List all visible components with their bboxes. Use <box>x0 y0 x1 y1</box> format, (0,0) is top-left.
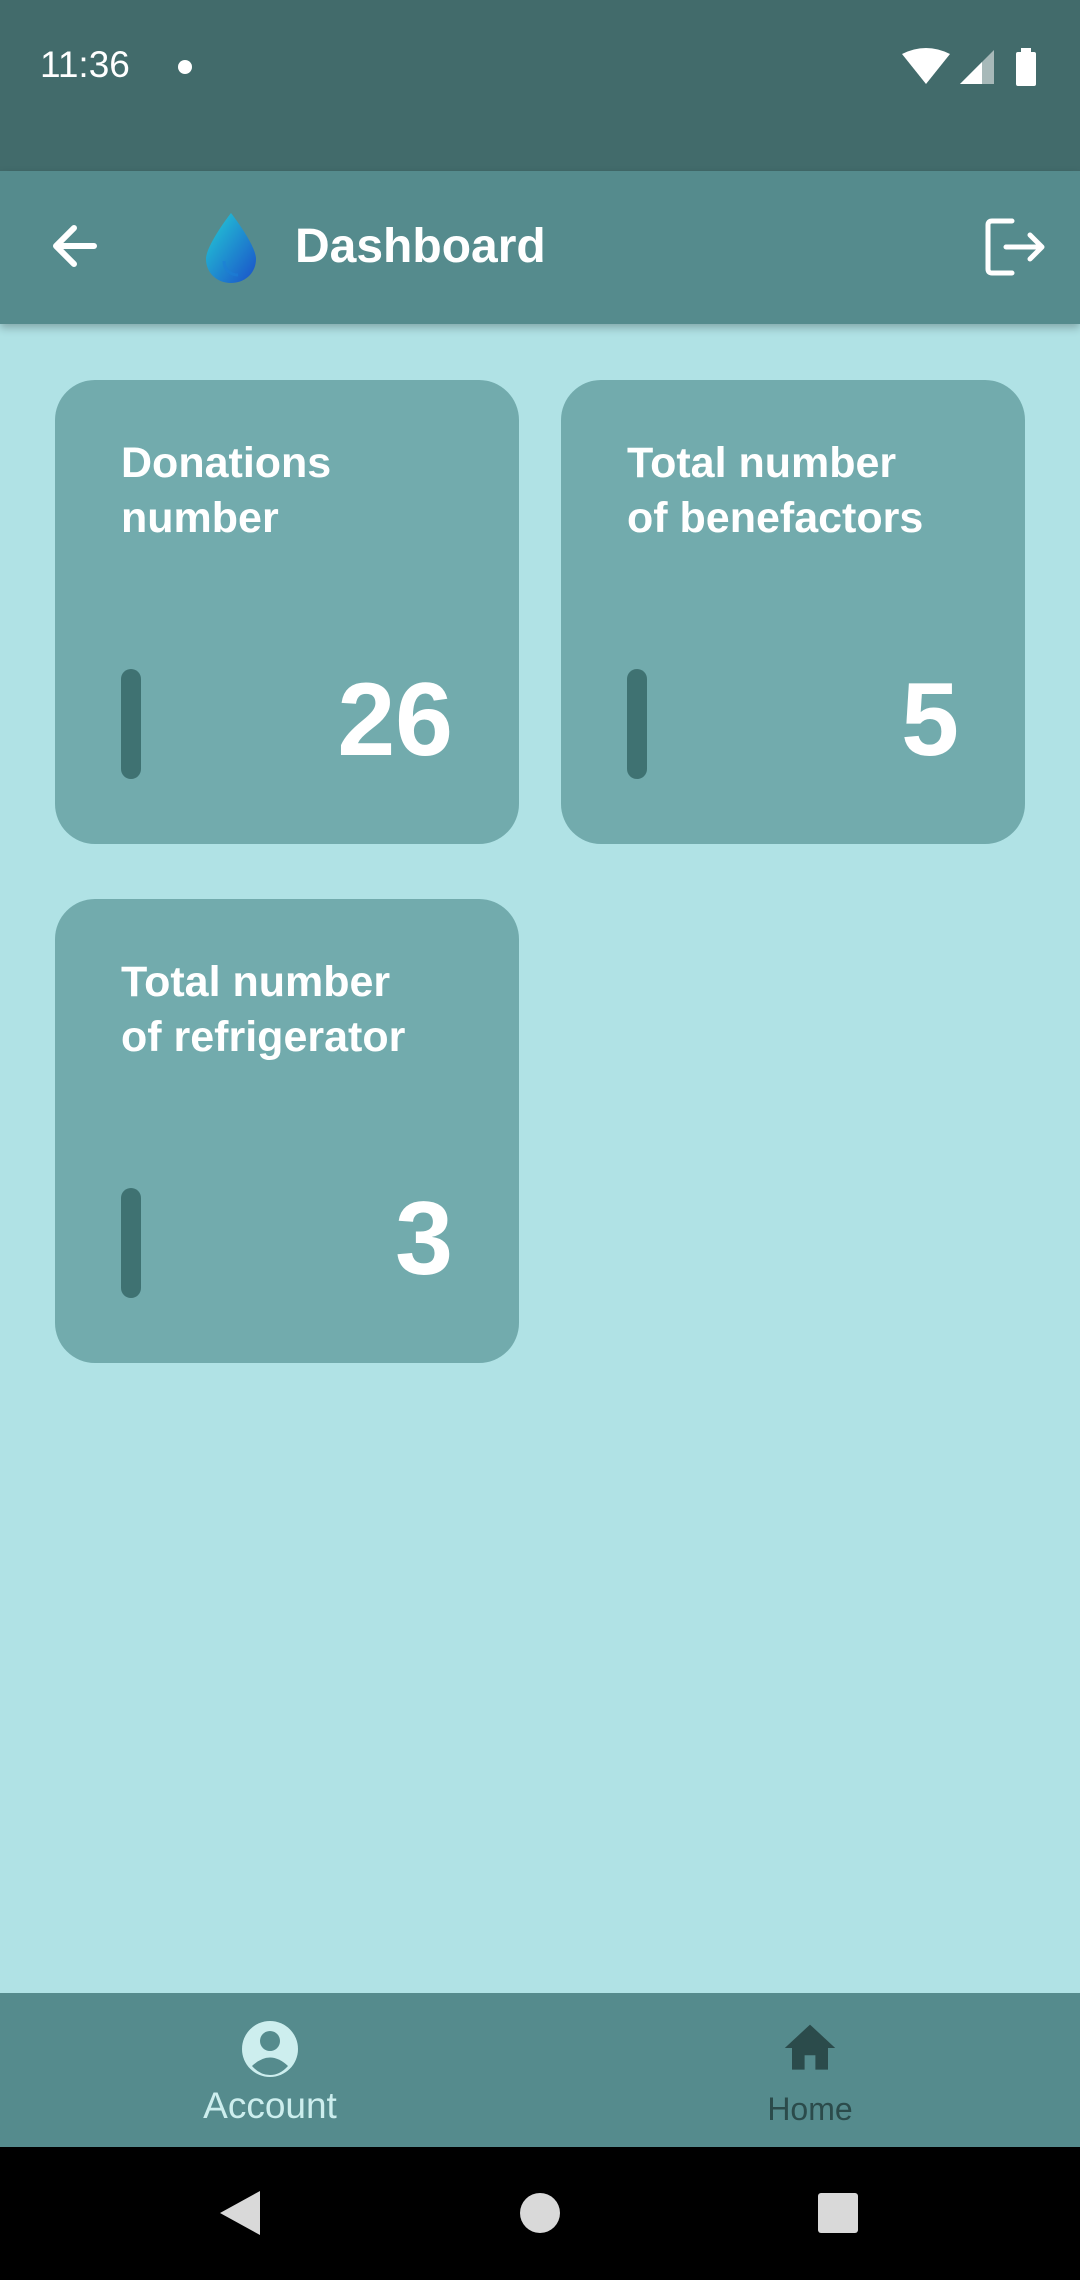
card-title-line: of benefactors <box>627 494 924 542</box>
nav-label-account: Account <box>203 2085 337 2126</box>
logout-icon[interactable] <box>982 213 1050 281</box>
card-title-line: Total number <box>627 439 897 487</box>
card-title-line: Donations <box>121 439 332 487</box>
benefactors-card[interactable]: Total number of benefactors 5 <box>561 380 1025 844</box>
card-title-line: of refrigerator <box>121 1013 406 1061</box>
card-title-line: Total number <box>121 958 391 1006</box>
card-value: 26 <box>337 662 453 778</box>
nav-item-account[interactable]: Account <box>0 1993 540 2147</box>
nav-label-home: Home <box>767 2091 853 2127</box>
status-icons <box>902 48 1036 86</box>
page-title: Dashboard <box>295 220 546 273</box>
system-navigation-bar <box>0 2147 1080 2280</box>
water-drop-icon <box>206 213 256 283</box>
notification-dot-icon <box>178 60 192 74</box>
refrigerator-card[interactable]: Total number of refrigerator 3 <box>55 899 519 1363</box>
donations-card[interactable]: Donations number 26 <box>55 380 519 844</box>
home-icon <box>784 2024 836 2070</box>
system-recents-icon[interactable] <box>778 2147 898 2280</box>
card-value: 3 <box>395 1181 453 1297</box>
system-home-icon[interactable] <box>480 2147 600 2280</box>
signal-icon <box>960 50 994 84</box>
card-accent-bar <box>121 1188 141 1298</box>
card-title: Total number of benefactors <box>627 436 1007 546</box>
card-title-line: number <box>121 494 279 542</box>
card-title: Donations number <box>121 436 501 546</box>
card-accent-bar <box>627 669 647 779</box>
bottom-navigation: Account Home <box>0 1993 1080 2147</box>
app-bar: Dashboard <box>0 171 1080 324</box>
nav-item-home[interactable]: Home <box>540 1993 1080 2147</box>
battery-icon <box>1016 48 1036 86</box>
account-circle-icon <box>242 2021 298 2077</box>
card-value: 5 <box>901 662 959 778</box>
wifi-icon <box>902 48 950 84</box>
status-bar: 11:36 <box>0 0 1080 171</box>
card-title: Total number of refrigerator <box>121 955 501 1065</box>
back-arrow-icon[interactable] <box>44 211 114 281</box>
system-back-icon[interactable] <box>180 2147 300 2280</box>
card-accent-bar <box>121 669 141 779</box>
status-time: 11:36 <box>40 44 130 85</box>
